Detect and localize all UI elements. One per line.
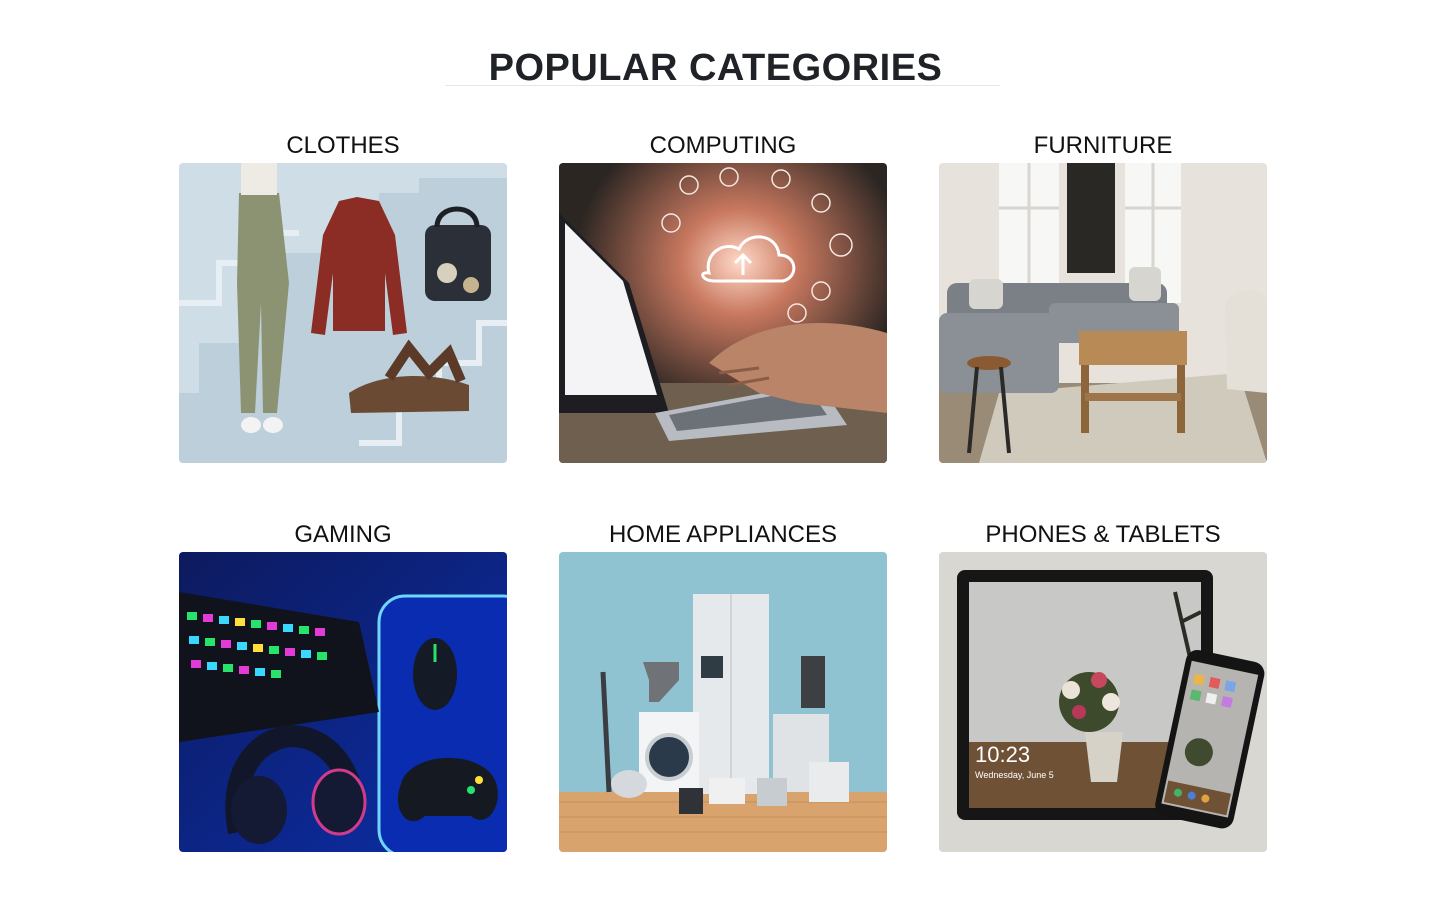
page-title: POPULAR CATEGORIES [488,47,943,90]
category-label-clothes[interactable]: CLOTHES [179,129,507,163]
category-card-home-appliances[interactable]: HOME APPLIANCES [559,518,887,852]
category-card-furniture[interactable]: FURNITURE [939,129,1267,463]
tablet-time: 10:23 [975,742,1030,767]
category-label-computing[interactable]: COMPUTING [559,129,887,163]
category-card-clothes[interactable]: CLOTHES [179,129,507,463]
category-card-computing[interactable]: COMPUTING [559,129,887,463]
home-appliances-image[interactable] [559,552,887,852]
category-card-phones-tablets[interactable]: PHONES & TABLETS 10:23 Wednesday, June 5 [939,518,1267,852]
computing-image[interactable] [559,163,887,463]
phones-tablets-image[interactable]: 10:23 Wednesday, June 5 [939,552,1267,852]
furniture-image[interactable] [939,163,1267,463]
category-label-gaming[interactable]: GAMING [179,518,507,552]
title-divider [445,85,1000,86]
tablet-date: Wednesday, June 5 [975,770,1054,780]
category-label-home-appliances[interactable]: HOME APPLIANCES [559,518,887,552]
clothes-image[interactable] [179,163,507,463]
gaming-image[interactable] [179,552,507,852]
category-card-gaming[interactable]: GAMING [179,518,507,852]
category-label-phones-tablets[interactable]: PHONES & TABLETS [939,518,1267,552]
category-label-furniture[interactable]: FURNITURE [939,129,1267,163]
